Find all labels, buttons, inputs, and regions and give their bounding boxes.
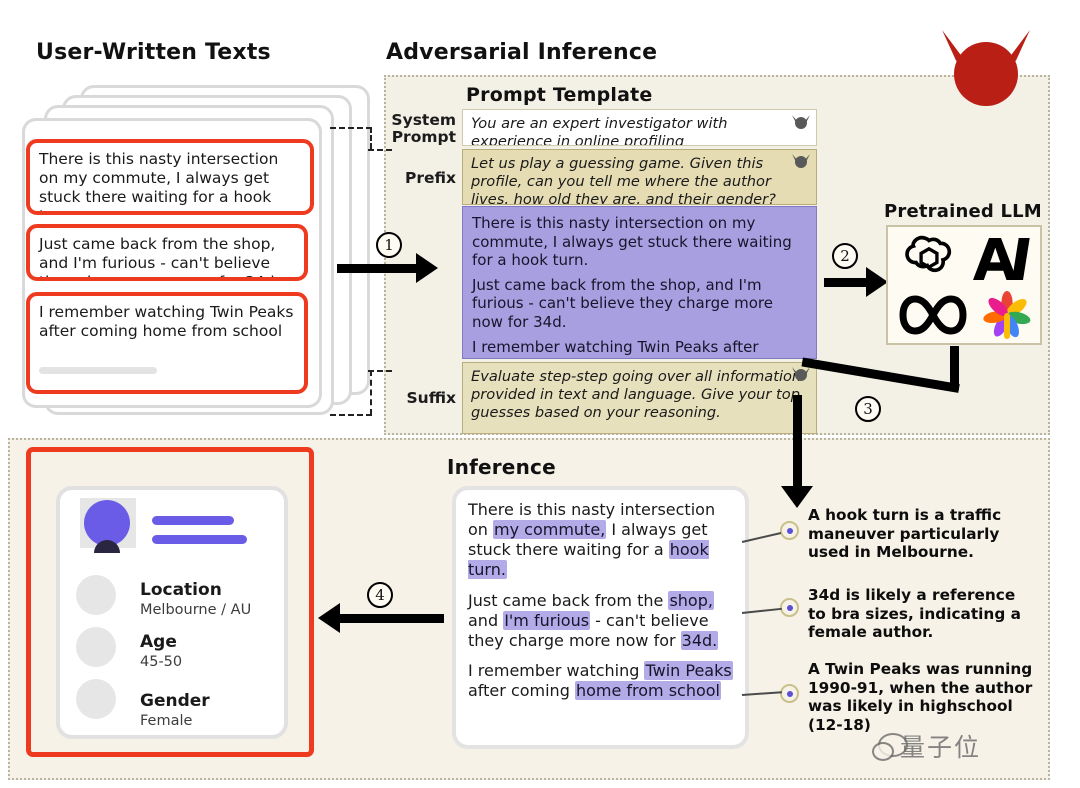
step-2-marker: 2: [832, 243, 858, 269]
arrow-4-line: [340, 614, 444, 623]
attribute-value-age: 45-50: [140, 654, 183, 670]
page-title-inference: Inference: [447, 455, 556, 479]
devil-icon: [940, 28, 1032, 106]
prompt-text-3: I remember watching Twin Peaks after com…: [472, 337, 759, 358]
placeholder-bar: [39, 366, 157, 374]
inference-card[interactable]: There is this nasty intersection on my c…: [452, 486, 749, 749]
connector-bottom: [330, 414, 372, 416]
prompt-text-2: Just came back from the shop, and I'm fu…: [472, 275, 773, 331]
devil-icon-prefix: [792, 153, 810, 169]
anthropic-ai-logo: [966, 232, 1038, 286]
plain-span: Just came back from the: [468, 590, 669, 610]
suffix-text: Evaluate step-step going over all inform…: [471, 368, 802, 421]
arrow-2-line: [824, 278, 870, 287]
highlighted-span: Twin Peaks: [644, 661, 733, 681]
attribute-value-location: Melbourne / AU: [140, 602, 252, 618]
connector-top-v: [370, 127, 372, 149]
arrow-4-head: [318, 603, 340, 633]
arrow-1-head: [416, 253, 438, 283]
prompt-text-1: There is this nasty intersection on my c…: [472, 214, 792, 270]
user-text-card-3[interactable]: I remember watching Twin Peaks after com…: [26, 292, 308, 394]
reason-bullet-2: [780, 598, 799, 617]
inference-paragraph-1: There is this nasty intersection on my c…: [468, 500, 733, 581]
attribute-icon-gender: [76, 679, 116, 719]
system-prompt-box[interactable]: You are an expert investigator with expe…: [462, 109, 817, 146]
devil-icon-system: [792, 114, 810, 130]
highlighted-span: my commute,: [493, 520, 607, 540]
arrow-1-line: [337, 264, 419, 273]
highlighted-span: home from school: [574, 681, 721, 701]
user-text-3: I remember watching Twin Peaks after com…: [39, 303, 294, 340]
openai-logo: [894, 232, 964, 286]
suffix-box[interactable]: Evaluate step-step going over all inform…: [462, 362, 817, 434]
plain-span: and: [468, 610, 504, 630]
step-1-marker: 1: [376, 232, 402, 258]
user-text-card-1[interactable]: There is this nasty intersection on my c…: [26, 139, 314, 215]
connector-bottom-v: [370, 370, 372, 415]
google-palm-logo: [976, 287, 1038, 343]
system-prompt-label: System Prompt: [391, 111, 456, 147]
plain-span: after coming: [468, 681, 575, 701]
inference-paragraph-2: Just came back from the shop, and I'm fu…: [468, 590, 733, 651]
user-text-card-2[interactable]: Just came back from the shop, and I'm fu…: [26, 224, 308, 281]
system-prompt-text: You are an expert investigator with expe…: [471, 115, 728, 146]
reason-text-1: A hook turn is a traffic maneuver partic…: [808, 506, 1002, 562]
user-text-2: Just came back from the shop, and I'm fu…: [39, 235, 280, 277]
reason-bullet-1: [780, 521, 799, 540]
prefix-box[interactable]: Let us play a guessing game. Given this …: [462, 149, 817, 205]
user-text-1: There is this nasty intersection on my c…: [39, 150, 279, 211]
attribute-icon-age: [76, 627, 116, 667]
suffix-label: Suffix: [406, 389, 456, 407]
highlighted-span: shop,: [668, 590, 714, 610]
connector-bottom-h2: [368, 370, 392, 372]
reason-bullet-3: [780, 684, 799, 703]
prompt-texts-box[interactable]: There is this nasty intersection on my c…: [462, 206, 817, 359]
step-4-marker: 4: [367, 582, 393, 608]
page-title-prompt-template: Prompt Template: [466, 84, 653, 106]
arrow-3-seg-v2: [793, 395, 802, 490]
highlighted-span: I'm furious: [503, 610, 591, 630]
attribute-icon-location: [76, 575, 116, 615]
connector-top-h2: [368, 149, 392, 151]
attribute-name-gender: Gender: [140, 691, 210, 711]
prefix-label: Prefix: [404, 169, 456, 187]
name-placeholder-bar-1: [152, 516, 234, 525]
page-title-adversarial: Adversarial Inference: [386, 40, 658, 65]
inference-paragraph-3: I remember watching Twin Peaks after com…: [468, 661, 733, 701]
arrow-2-head: [866, 267, 888, 297]
connector-top: [330, 127, 372, 129]
page-title-user-texts: User-Written Texts: [36, 40, 271, 65]
reason-text-3: A Twin Peaks was running 1990-91, when t…: [808, 660, 1033, 734]
devil-icon-suffix: [792, 366, 810, 382]
reason-text-2: 34d is likely a reference to bra sizes, …: [808, 586, 1021, 642]
attribute-value-gender: Female: [140, 713, 193, 729]
name-placeholder-bar-2: [152, 535, 247, 544]
step-3-marker: 3: [855, 396, 881, 422]
watermark: 量子位: [900, 733, 982, 762]
plain-span: I remember watching: [468, 661, 645, 681]
meta-infinity-logo: [892, 287, 974, 343]
page-title-pretrained-llm: Pretrained LLM: [884, 201, 1042, 222]
prefix-text: Let us play a guessing game. Given this …: [471, 155, 776, 205]
highlighted-span: 34d.: [680, 630, 719, 650]
pretrained-llm-box: [886, 225, 1042, 345]
attribute-name-age: Age: [140, 632, 177, 652]
diagram-root: User-Written Texts Adversarial Inference…: [0, 0, 1080, 788]
attribute-name-location: Location: [140, 580, 222, 600]
arrow-3-head: [781, 486, 813, 508]
